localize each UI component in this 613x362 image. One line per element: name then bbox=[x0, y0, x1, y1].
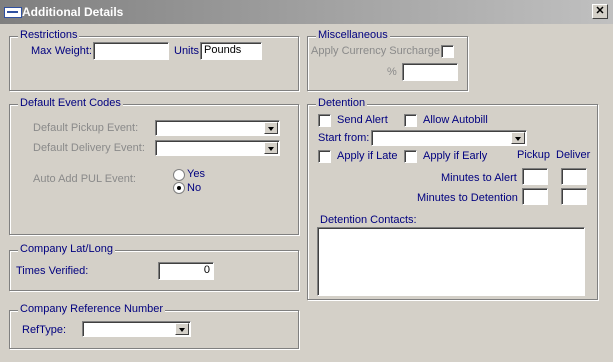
minutes-to-detention-delivery-input[interactable] bbox=[561, 188, 587, 205]
apply-currency-surcharge-label: Apply Currency Surcharge bbox=[311, 45, 441, 57]
minutes-to-alert-delivery-input[interactable] bbox=[561, 168, 587, 185]
miscellaneous-legend: Miscellaneous bbox=[316, 29, 390, 41]
company-reference-group: Company Reference Number RefType: bbox=[9, 303, 299, 349]
send-alert-checkbox[interactable] bbox=[318, 114, 331, 127]
minutes-to-detention-pickup-input[interactable] bbox=[522, 188, 548, 205]
auto-add-pul-event-label: Auto Add PUL Event: bbox=[33, 173, 136, 185]
times-verified-label: Times Verified: bbox=[16, 265, 89, 277]
reftype-select[interactable] bbox=[82, 321, 191, 337]
auto-add-yes-radio[interactable] bbox=[173, 169, 185, 181]
chevron-down-icon[interactable] bbox=[175, 323, 189, 335]
chevron-down-icon[interactable] bbox=[264, 142, 278, 154]
pickup-column-header: Pickup bbox=[517, 149, 551, 161]
apply-if-early-checkbox[interactable] bbox=[404, 150, 417, 163]
detention-legend: Detention bbox=[316, 97, 368, 109]
restrictions-legend: Restrictions bbox=[18, 29, 80, 41]
window-title: Additional Details bbox=[22, 5, 124, 19]
close-button[interactable]: ✕ bbox=[592, 4, 608, 19]
company-latlong-group: Company Lat/Long Times Verified: 0 bbox=[9, 243, 299, 291]
apply-if-early-label[interactable]: Apply if Early bbox=[423, 150, 487, 162]
company-reference-legend: Company Reference Number bbox=[18, 303, 166, 315]
company-latlong-legend: Company Lat/Long bbox=[18, 243, 115, 255]
apply-if-late-checkbox[interactable] bbox=[318, 150, 331, 163]
chevron-down-icon[interactable] bbox=[511, 132, 525, 144]
default-pickup-event-select[interactable] bbox=[155, 120, 280, 136]
apply-if-late-label[interactable]: Apply if Late bbox=[337, 150, 398, 162]
auto-add-no-radio[interactable] bbox=[173, 182, 185, 194]
default-delivery-event-label: Default Delivery Event: bbox=[33, 142, 145, 154]
default-event-codes-legend: Default Event Codes bbox=[18, 97, 123, 109]
miscellaneous-group: Miscellaneous Apply Currency Surcharge % bbox=[307, 29, 468, 91]
delivery-column-header: Deliver bbox=[556, 149, 591, 161]
times-verified-input[interactable]: 0 bbox=[158, 262, 214, 280]
start-from-label: Start from: bbox=[318, 132, 370, 144]
restrictions-group: Restrictions Max Weight: Units: Pounds bbox=[9, 29, 299, 91]
units-label: Units: bbox=[174, 45, 203, 57]
allow-autobill-label[interactable]: Allow Autobill bbox=[423, 114, 488, 126]
auto-add-no-label[interactable]: No bbox=[187, 182, 201, 194]
start-from-select[interactable] bbox=[371, 130, 527, 146]
detention-contacts-label: Detention Contacts: bbox=[320, 214, 417, 226]
percent-input[interactable] bbox=[402, 63, 458, 81]
allow-autobill-checkbox[interactable] bbox=[404, 114, 417, 127]
minutes-to-detention-label: Minutes to Detention bbox=[417, 192, 518, 204]
minutes-to-alert-label: Minutes to Alert bbox=[441, 172, 517, 184]
chevron-down-icon[interactable] bbox=[264, 122, 278, 134]
minutes-to-alert-pickup-input[interactable] bbox=[522, 168, 548, 185]
apply-currency-surcharge-checkbox[interactable] bbox=[441, 45, 454, 58]
app-icon bbox=[4, 7, 22, 18]
max-weight-input[interactable] bbox=[93, 42, 169, 60]
title-bar: Additional Details ✕ bbox=[0, 0, 613, 24]
units-input[interactable]: Pounds bbox=[200, 42, 262, 60]
detention-contacts-textarea[interactable] bbox=[317, 227, 585, 296]
auto-add-yes-label[interactable]: Yes bbox=[187, 168, 205, 180]
reftype-label: RefType: bbox=[22, 324, 67, 336]
default-pickup-event-label: Default Pickup Event: bbox=[33, 122, 139, 134]
max-weight-label: Max Weight: bbox=[31, 45, 92, 57]
detention-group: Detention Send Alert Allow Autobill Star… bbox=[307, 97, 598, 300]
default-event-codes-group: Default Event Codes Default Pickup Event… bbox=[9, 97, 299, 235]
percent-label: % bbox=[387, 66, 397, 78]
default-delivery-event-select[interactable] bbox=[155, 140, 280, 156]
send-alert-label[interactable]: Send Alert bbox=[337, 114, 388, 126]
